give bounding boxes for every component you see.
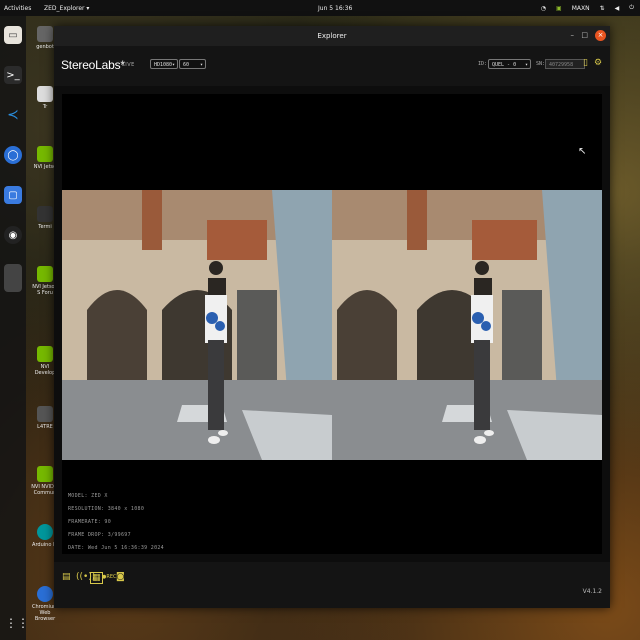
model-text: MODEL: ZED X (68, 493, 108, 499)
zed-explorer-icon[interactable] (4, 264, 22, 292)
system-tray[interactable]: ◔ ▣ MAXN ⇅ ◀ ⏻ (541, 4, 634, 12)
resolution-text: RESOLUTION: 3840 x 1080 (68, 506, 145, 512)
folder-icon[interactable]: ▤ (62, 572, 71, 582)
camera-metadata: MODEL: ZED X RESOLUTION: 3840 x 1080 FRA… (68, 490, 164, 555)
right-camera-image (332, 190, 602, 460)
left-camera-image (62, 190, 332, 460)
power-mode-label[interactable]: MAXN (572, 5, 590, 12)
vscode-icon[interactable]: ≺ (4, 106, 22, 124)
app-toolbar: StereoLabs* LIVE HD1080 ▾ 60 ▾ ID: QUEL - … (54, 46, 610, 86)
date-text: DATE: Wed Jun 5 16:36:39 2024 (68, 545, 164, 551)
network-icon[interactable]: ⇅ (600, 5, 605, 12)
version-label: V4.1.2 (582, 588, 602, 595)
nvidia-icon[interactable]: ▣ (556, 5, 562, 12)
chevron-down-icon: ▾ (524, 62, 528, 68)
clock[interactable]: Jun 5 16:36 (318, 5, 352, 12)
gear-icon[interactable]: ⚙ (594, 58, 602, 68)
chromium-icon[interactable]: ◯ (4, 146, 22, 164)
record-button[interactable]: ●REC (102, 574, 117, 580)
camera-snapshot-icon[interactable]: ◙ (116, 572, 125, 582)
depth-view-icon[interactable]: ▦ (90, 572, 103, 584)
stereolabs-logo: StereoLabs* (61, 58, 125, 72)
window-titlebar[interactable]: Explorer – □ × (54, 26, 610, 46)
serial-number-field: 40729958 (545, 59, 585, 69)
camera-id-label: ID: (478, 61, 488, 67)
system-top-bar: Activities ZED_Explorer ▾ Jun 5 16:36 ◔ … (0, 0, 640, 16)
maximize-button[interactable]: □ (581, 31, 588, 39)
chevron-down-icon: ▾ (171, 62, 175, 68)
files-icon[interactable]: ▭ (4, 26, 22, 44)
close-button[interactable]: × (595, 30, 606, 41)
chevron-down-icon: ▾ (199, 62, 203, 68)
volume-icon[interactable]: ◀ (615, 5, 620, 12)
live-mode-label[interactable]: LIVE (122, 62, 135, 68)
terminal-icon[interactable]: >_ (4, 66, 22, 84)
video-viewer[interactable]: MODEL: ZED X RESOLUTION: 3840 x 1080 FRA… (62, 94, 602, 554)
app-menu[interactable]: ZED_Explorer ▾ (44, 5, 89, 12)
frame-drop-text: FRAME DROP: 3/99697 (68, 532, 131, 538)
power-icon[interactable]: ⏻ (629, 4, 634, 12)
explorer-window: Explorer – □ × StereoLabs* LIVE HD1080 ▾ … (54, 26, 610, 608)
camera-id-select[interactable]: QUEL - 0 ▾ (488, 59, 531, 69)
fps-select[interactable]: 60 ▾ (179, 59, 206, 69)
screenshot-icon[interactable]: ▢ (4, 186, 22, 204)
obs-icon[interactable]: ◉ (4, 226, 22, 244)
bottom-toolbar: ▤ ((•)) ▦ ●REC ◙ V4.1.2 (54, 562, 610, 608)
window-title: Explorer (317, 32, 347, 40)
show-apps-icon[interactable]: ⋮⋮ (5, 616, 29, 630)
activities-button[interactable]: Activities (4, 5, 31, 12)
framerate-text: FRAMERATE: 90 (68, 519, 112, 525)
camera-settings-icon[interactable]: ▯ (583, 58, 588, 68)
minimize-button[interactable]: – (571, 31, 575, 39)
serial-number-label: SN: (536, 61, 546, 67)
mouse-cursor-icon: ↖ (578, 146, 587, 157)
resolution-select[interactable]: HD1080 ▾ (150, 59, 178, 69)
status-icon[interactable]: ◔ (541, 5, 546, 12)
dock: ▭ >_ ≺ ◯ ▢ ◉ ⋮⋮ (0, 16, 29, 640)
